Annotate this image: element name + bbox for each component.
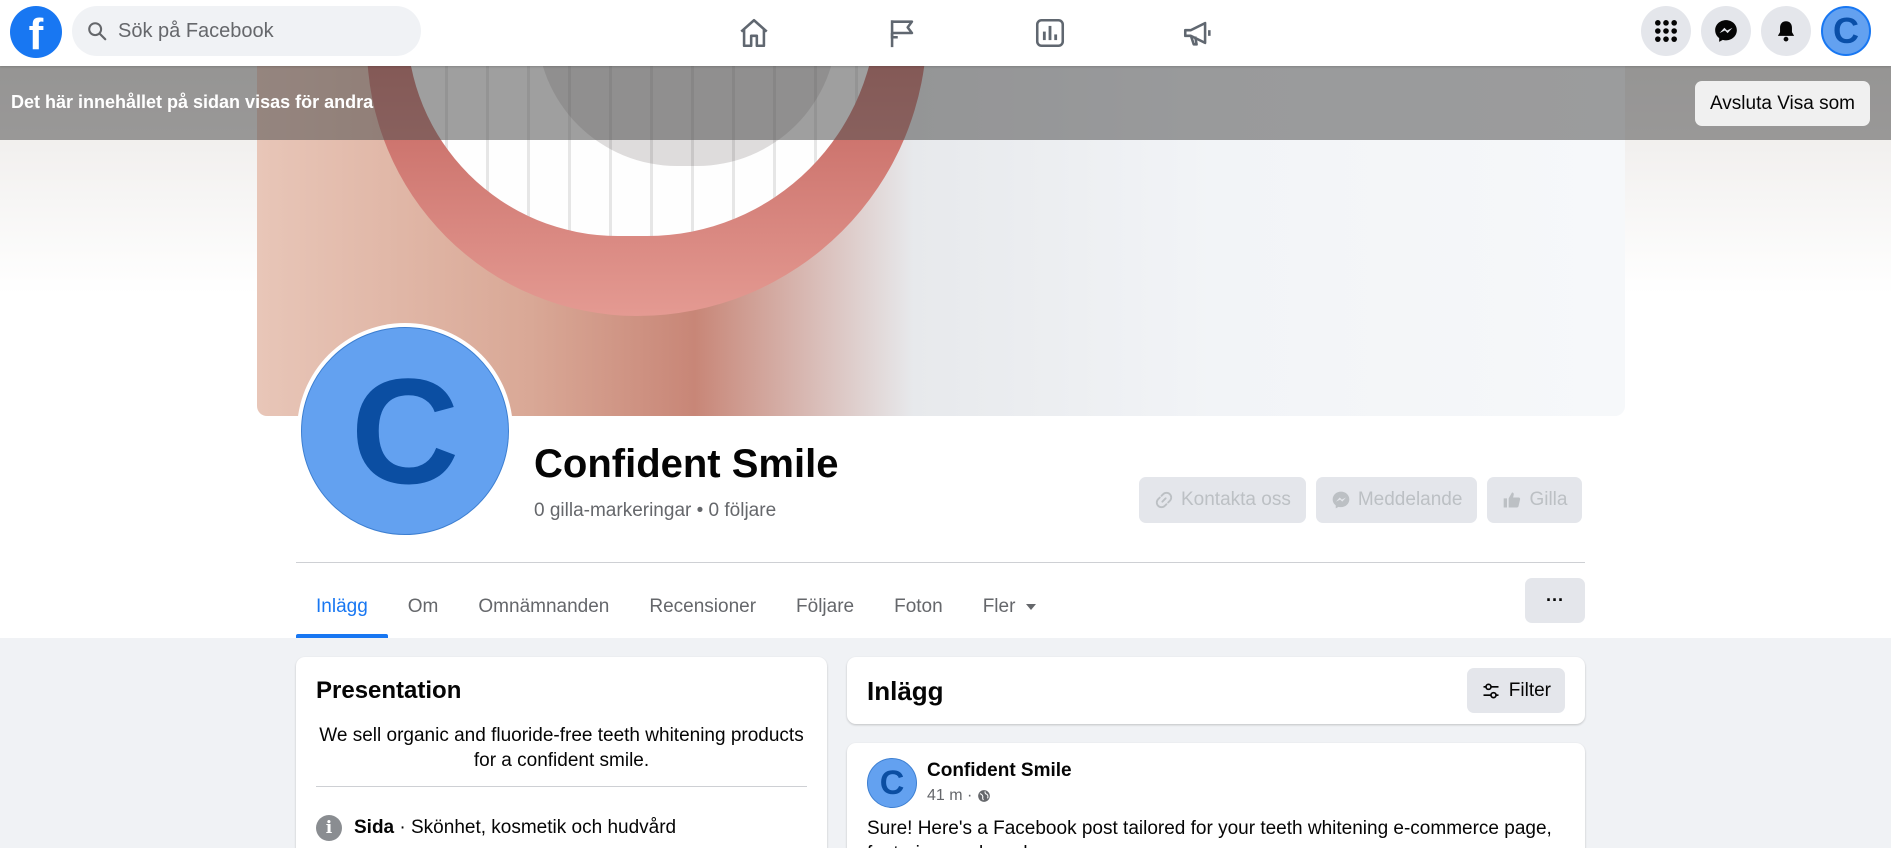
- search-box[interactable]: [72, 6, 421, 56]
- right-nav: C: [1641, 6, 1871, 56]
- page-actions: Kontakta oss Meddelande Gilla: [1139, 477, 1583, 523]
- tab-more-label: Fler: [982, 596, 1016, 617]
- tab-about[interactable]: Om: [388, 576, 459, 638]
- top-navigation-bar: f C: [0, 0, 1891, 66]
- messenger-button[interactable]: [1701, 6, 1751, 56]
- profile-picture[interactable]: C: [297, 323, 513, 539]
- tab-posts-label: Inlägg: [316, 596, 368, 617]
- megaphone-icon: [1183, 21, 1211, 46]
- exit-view-as-button[interactable]: Avsluta Visa som: [1694, 81, 1870, 126]
- contact-us-button[interactable]: Kontakta oss: [1139, 477, 1306, 523]
- profile-picture-letter: C: [301, 327, 509, 535]
- header-divider: [296, 562, 1585, 563]
- messenger-icon: [1332, 491, 1350, 509]
- post-avatar[interactable]: C: [867, 758, 917, 808]
- nav-home[interactable]: [680, 0, 828, 66]
- tab-more[interactable]: Fler: [963, 576, 1058, 638]
- messenger-icon: [1715, 20, 1737, 42]
- view-as-text: Det här innehållet på sidan visas för an…: [11, 92, 374, 112]
- tab-followers-label: Följare: [796, 596, 855, 617]
- intro-description: We sell organic and fluoride-free teeth …: [319, 725, 804, 771]
- flag-icon: [890, 20, 914, 48]
- post-meta: 41 m ·: [927, 787, 991, 805]
- tab-mentions[interactable]: Omnämnanden: [458, 576, 629, 638]
- intro-category: Sida · Skönhet, kosmetik och hudvård: [354, 817, 676, 839]
- tab-mentions-label: Omnämnanden: [478, 596, 610, 617]
- intro-title: Presentation: [316, 677, 462, 704]
- page-title: Confident Smile: [534, 442, 839, 486]
- account-avatar[interactable]: C: [1821, 6, 1871, 56]
- menu-grid-icon: [1655, 20, 1677, 42]
- tab-photos[interactable]: Foton: [874, 576, 963, 638]
- post-card: C Confident Smile 41 m · Sure! Here's a …: [847, 743, 1585, 848]
- search-icon: [88, 22, 107, 41]
- nav-pages[interactable]: [828, 0, 976, 66]
- intro-card: Presentation We sell organic and fluorid…: [296, 657, 827, 848]
- info-icon: i: [316, 815, 342, 841]
- post-text: Sure! Here's a Facebook post tailored fo…: [867, 818, 1552, 848]
- menu-button[interactable]: [1641, 6, 1691, 56]
- caret-down-icon: [1026, 604, 1037, 610]
- tab-reviews-label: Recensioner: [649, 596, 757, 617]
- post-author[interactable]: Confident Smile: [927, 760, 1072, 782]
- posts-title: Inlägg: [867, 676, 944, 706]
- posts-header-card: Inlägg Filter: [847, 657, 1585, 724]
- intro-divider: [316, 786, 807, 787]
- notifications-button[interactable]: [1761, 6, 1811, 56]
- nav-insights[interactable]: [976, 0, 1124, 66]
- like-label: Gilla: [1529, 489, 1568, 510]
- intro-category-label: Sida: [354, 817, 395, 838]
- view-as-banner: Det här innehållet på sidan visas för an…: [0, 66, 1891, 140]
- tab-photos-label: Foton: [894, 596, 943, 617]
- page-stats[interactable]: 0 gilla-markeringar • 0 följare: [534, 500, 776, 522]
- page-tabs: Inlägg Om Omnämnanden Recensioner Följar…: [296, 576, 1057, 638]
- tab-about-label: Om: [407, 596, 439, 617]
- insights-icon: [1035, 18, 1065, 48]
- tab-followers[interactable]: Följare: [776, 576, 874, 638]
- intro-category-row: i Sida · Skönhet, kosmetik och hudvård: [316, 815, 676, 841]
- filter-button[interactable]: Filter: [1466, 668, 1565, 713]
- search-input[interactable]: [118, 19, 408, 43]
- intro-category-value: · Skönhet, kosmetik och hudvård: [394, 817, 677, 838]
- filter-label: Filter: [1508, 679, 1551, 701]
- tab-posts[interactable]: Inlägg: [296, 576, 388, 638]
- sliders-icon: [1483, 683, 1499, 698]
- link-icon: [1155, 491, 1173, 509]
- tab-reviews[interactable]: Recensioner: [629, 576, 776, 638]
- nav-ads[interactable]: [1124, 0, 1272, 66]
- globe-icon: [978, 790, 991, 802]
- like-button[interactable]: Gilla: [1487, 477, 1583, 523]
- message-label: Meddelande: [1357, 489, 1463, 510]
- center-nav: [680, 0, 1272, 66]
- thumbs-up-icon: [1504, 492, 1521, 508]
- home-icon: [740, 18, 768, 48]
- notifications-icon: [1777, 21, 1795, 42]
- post-time[interactable]: 41 m ·: [927, 787, 972, 805]
- message-button[interactable]: Meddelande: [1315, 477, 1478, 523]
- more-options-button[interactable]: ···: [1525, 578, 1585, 623]
- contact-us-label: Kontakta oss: [1181, 489, 1291, 510]
- facebook-logo-icon[interactable]: f: [10, 6, 62, 58]
